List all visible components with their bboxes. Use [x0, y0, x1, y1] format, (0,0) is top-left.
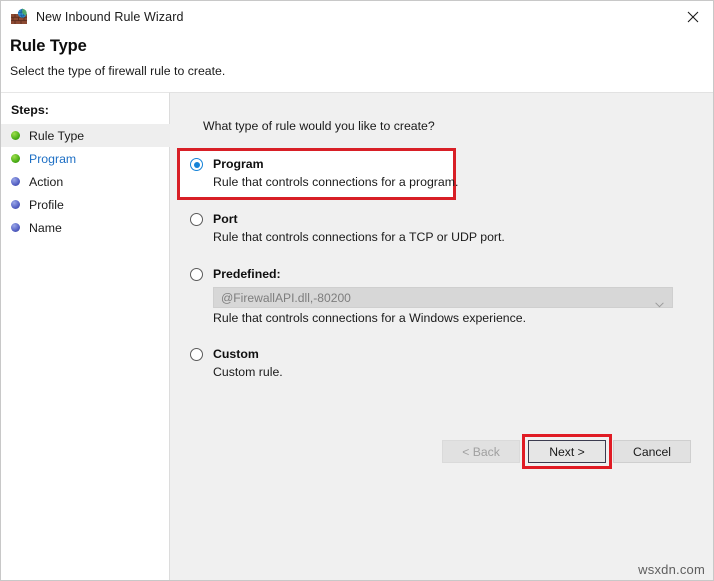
option-description: Rule that controls connections for a TCP… [213, 230, 700, 245]
radio-predefined[interactable] [190, 268, 203, 281]
sidebar-item-label: Profile [29, 198, 64, 212]
sidebar-item-profile[interactable]: Profile [1, 193, 170, 216]
sidebar-item-label: Action [29, 175, 63, 189]
option-port[interactable]: Port Rule that controls connections for … [190, 212, 700, 267]
footer-button-bar: < Back Next > Cancel [170, 431, 713, 489]
option-title: Port [213, 212, 238, 227]
title-bar: New Inbound Rule Wizard [1, 1, 714, 33]
step-bullet-icon [11, 131, 20, 140]
option-title: Predefined: [213, 267, 281, 282]
option-description: Rule that controls connections for a pro… [213, 175, 700, 190]
option-custom[interactable]: Custom Custom rule. [190, 347, 700, 380]
sidebar-item-label: Rule Type [29, 129, 84, 143]
body-area: Steps: Rule Type Program Action Profile [1, 92, 713, 580]
next-button[interactable]: Next > [528, 440, 606, 463]
watermark: wsxdn.com [638, 562, 705, 577]
radio-port[interactable] [190, 213, 203, 226]
chevron-down-icon [655, 295, 664, 301]
option-description: Custom rule. [213, 365, 700, 380]
radio-custom[interactable] [190, 348, 203, 361]
step-bullet-icon [11, 177, 20, 186]
page-header: Rule Type Select the type of firewall ru… [1, 33, 714, 92]
step-bullet-icon [11, 154, 20, 163]
sidebar-item-action[interactable]: Action [1, 170, 170, 193]
question-text: What type of rule would you like to crea… [203, 119, 435, 133]
sidebar-item-rule-type[interactable]: Rule Type [1, 124, 170, 147]
step-bullet-icon [11, 200, 20, 209]
back-button[interactable]: < Back [442, 440, 520, 463]
option-program[interactable]: Program Rule that controls connections f… [190, 157, 700, 212]
sidebar-item-name[interactable]: Name [1, 216, 170, 239]
option-predefined[interactable]: Predefined: @FirewallAPI.dll,-80200 Rule… [190, 267, 700, 347]
page-subtitle: Select the type of firewall rule to crea… [10, 64, 225, 78]
option-title: Custom [213, 347, 259, 362]
page-title: Rule Type [10, 37, 87, 56]
steps-sidebar: Steps: Rule Type Program Action Profile [1, 92, 170, 580]
close-icon[interactable] [670, 1, 714, 32]
predefined-combobox-value: @FirewallAPI.dll,-80200 [221, 291, 351, 305]
window-title: New Inbound Rule Wizard [36, 10, 184, 24]
option-title: Program [213, 157, 264, 172]
sidebar-item-program[interactable]: Program [1, 147, 170, 170]
step-bullet-icon [11, 223, 20, 232]
predefined-combobox[interactable]: @FirewallAPI.dll,-80200 [213, 287, 673, 308]
sidebar-item-label: Name [29, 221, 62, 235]
radio-program[interactable] [190, 158, 203, 171]
option-description: Rule that controls connections for a Win… [213, 311, 700, 326]
content-pane: What type of rule would you like to crea… [170, 92, 713, 580]
steps-list: Rule Type Program Action Profile Name [1, 124, 170, 239]
rule-type-options: Program Rule that controls connections f… [190, 157, 700, 380]
sidebar-item-label[interactable]: Program [29, 152, 76, 166]
wizard-window: New Inbound Rule Wizard Rule Type Select… [0, 0, 714, 581]
cancel-button[interactable]: Cancel [613, 440, 691, 463]
firewall-wall-globe-icon [10, 8, 28, 26]
steps-heading: Steps: [11, 103, 49, 117]
